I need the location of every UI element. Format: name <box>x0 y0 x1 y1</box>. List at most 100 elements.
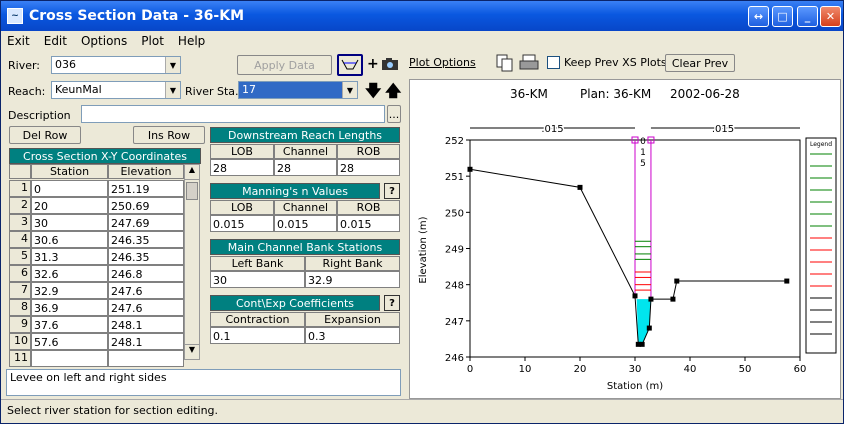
xs-row-number: 11 <box>9 350 31 367</box>
xs-station-cell[interactable]: 30.6 <box>31 231 108 248</box>
menu-exit[interactable]: Exit <box>7 34 30 48</box>
plus-icon[interactable]: + <box>367 56 379 72</box>
mannings-cell[interactable]: 0.015 <box>210 215 274 232</box>
xs-elevation-cell[interactable]: 248.1 <box>108 333 184 350</box>
arrow-up-icon[interactable]: 🡅 <box>385 80 401 107</box>
xs-elevation-cell[interactable]: 246.8 <box>108 265 184 282</box>
plot-date: 2002-06-28 <box>670 87 740 101</box>
apply-data-button[interactable]: Apply Data <box>237 55 332 75</box>
chevron-down-icon[interactable]: ▼ <box>342 82 357 98</box>
xs-table-title: Cross Section X-Y Coordinates <box>9 148 201 164</box>
xs-elevation-cell[interactable] <box>108 350 184 367</box>
bank-cell[interactable]: 30 <box>210 271 305 288</box>
ground-point <box>632 293 638 299</box>
description-button[interactable]: ... <box>387 105 401 123</box>
chevron-down-icon[interactable]: ▼ <box>165 57 180 73</box>
xs-elevation-cell[interactable]: 246.35 <box>108 231 184 248</box>
bank-cell[interactable]: 32.9 <box>305 271 400 288</box>
copy-icon[interactable] <box>496 54 514 75</box>
chevron-down-icon[interactable]: ▼ <box>165 82 180 98</box>
tile-icon[interactable]: □ <box>772 6 793 27</box>
scroll-down-icon[interactable]: ▼ <box>185 344 199 359</box>
xs-station-cell[interactable]: 0 <box>31 180 108 197</box>
xs-row-number: 4 <box>9 231 31 248</box>
ground-point <box>674 278 680 284</box>
river-select[interactable]: 036 ▼ <box>51 56 181 74</box>
restore-icon[interactable]: ↔ <box>748 6 769 27</box>
downstream-cell[interactable]: 28 <box>210 159 274 176</box>
menu-options[interactable]: Options <box>81 34 127 48</box>
xs-station-cell[interactable]: 20 <box>31 197 108 214</box>
downstream-cell[interactable]: 28 <box>274 159 337 176</box>
coef-title: Cont\Exp Coefficients <box>210 295 380 311</box>
x-tick-label: 60 <box>794 364 807 375</box>
coef-cell[interactable]: 0.3 <box>305 327 400 344</box>
scroll-up-icon[interactable]: ▲ <box>185 165 199 180</box>
xs-plot[interactable]: 36-KM Plan: 36-KM 2002-06-28 0 10 20 30 40 50 60 2… <box>409 79 841 399</box>
coef-help-icon[interactable]: ? <box>384 295 400 311</box>
reach-label: Reach: <box>8 85 46 98</box>
xs-station-cell[interactable]: 36.9 <box>31 299 108 316</box>
status-bar: Select river station for section editing… <box>1 399 843 423</box>
xs-elevation-cell[interactable]: 246.35 <box>108 248 184 265</box>
xs-station-cell[interactable]: 32.9 <box>31 282 108 299</box>
print-icon[interactable] <box>519 54 539 75</box>
del-row-button[interactable]: Del Row <box>9 126 81 144</box>
xs-station-cell[interactable]: 31.3 <box>31 248 108 265</box>
menu-help[interactable]: Help <box>178 34 205 48</box>
keep-prev-checkbox[interactable] <box>547 56 560 69</box>
mannings-help-icon[interactable]: ? <box>384 183 400 199</box>
n-label-channel: 0 <box>640 137 646 147</box>
description-input[interactable] <box>81 105 385 123</box>
menu-edit[interactable]: Edit <box>44 34 67 48</box>
n-label-right: .015 <box>712 124 734 135</box>
coef-cell[interactable]: 0.1 <box>210 327 305 344</box>
app-icon: ~ <box>7 8 23 24</box>
y-tick-label: 252 <box>445 136 464 147</box>
scrollbar[interactable]: ▲ ▼ <box>184 164 200 360</box>
downstream-col: Channel <box>274 144 337 159</box>
water-fill <box>636 299 651 345</box>
coef-col: Contraction <box>210 312 305 327</box>
bank-col: Right Bank <box>305 256 400 271</box>
reach-select[interactable]: KeunMal ▼ <box>51 81 181 99</box>
xs-station-cell[interactable]: 32.6 <box>31 265 108 282</box>
downstream-cell[interactable]: 28 <box>337 159 400 176</box>
arrow-down-icon[interactable]: 🡇 <box>365 80 381 107</box>
xs-elevation-cell[interactable]: 247.69 <box>108 214 184 231</box>
scroll-thumb[interactable] <box>186 182 198 200</box>
y-tick-label: 249 <box>445 245 464 256</box>
channel-icon <box>341 59 359 70</box>
ground-point <box>784 278 790 284</box>
ins-row-button[interactable]: Ins Row <box>133 126 205 144</box>
xs-elevation-cell[interactable]: 250.69 <box>108 197 184 214</box>
camera-icon[interactable] <box>381 57 399 74</box>
plot-wsp-icon[interactable] <box>337 54 363 76</box>
ground-point <box>577 184 583 190</box>
xs-station-cell[interactable]: 57.6 <box>31 333 108 350</box>
xs-elevation-cell[interactable]: 247.6 <box>108 299 184 316</box>
river-sta-select[interactable]: 17 ▼ <box>238 81 358 99</box>
xs-station-cell[interactable] <box>31 350 108 367</box>
clear-prev-button[interactable]: Clear Prev <box>665 54 735 72</box>
xs-elevation-cell[interactable]: 248.1 <box>108 316 184 333</box>
xs-station-cell[interactable]: 30 <box>31 214 108 231</box>
xs-station-cell[interactable]: 37.6 <box>31 316 108 333</box>
minimize-button[interactable]: _ <box>797 6 818 27</box>
xs-row-number: 8 <box>9 299 31 316</box>
mannings-cell[interactable]: 0.015 <box>337 215 400 232</box>
plot-options-link[interactable]: Plot Options <box>409 56 476 69</box>
y-tick-label: 250 <box>445 208 464 219</box>
ground-point <box>670 296 676 302</box>
close-button[interactable]: ✕ <box>820 6 841 27</box>
xs-elevation-cell[interactable]: 251.19 <box>108 180 184 197</box>
main-window: ~ Cross Section Data - 36-KM ↔ □ _ ✕ Exi… <box>0 0 844 424</box>
mannings-col: ROB <box>337 200 400 215</box>
y-tick-label: 251 <box>445 172 464 183</box>
y-tick-label: 248 <box>445 281 464 292</box>
menu-plot[interactable]: Plot <box>141 34 164 48</box>
note-textarea[interactable]: Levee on left and right sides <box>6 369 401 396</box>
xs-elevation-cell[interactable]: 247.6 <box>108 282 184 299</box>
title-bar[interactable]: ~ Cross Section Data - 36-KM ↔ □ _ ✕ <box>1 1 843 31</box>
mannings-cell[interactable]: 0.015 <box>274 215 337 232</box>
